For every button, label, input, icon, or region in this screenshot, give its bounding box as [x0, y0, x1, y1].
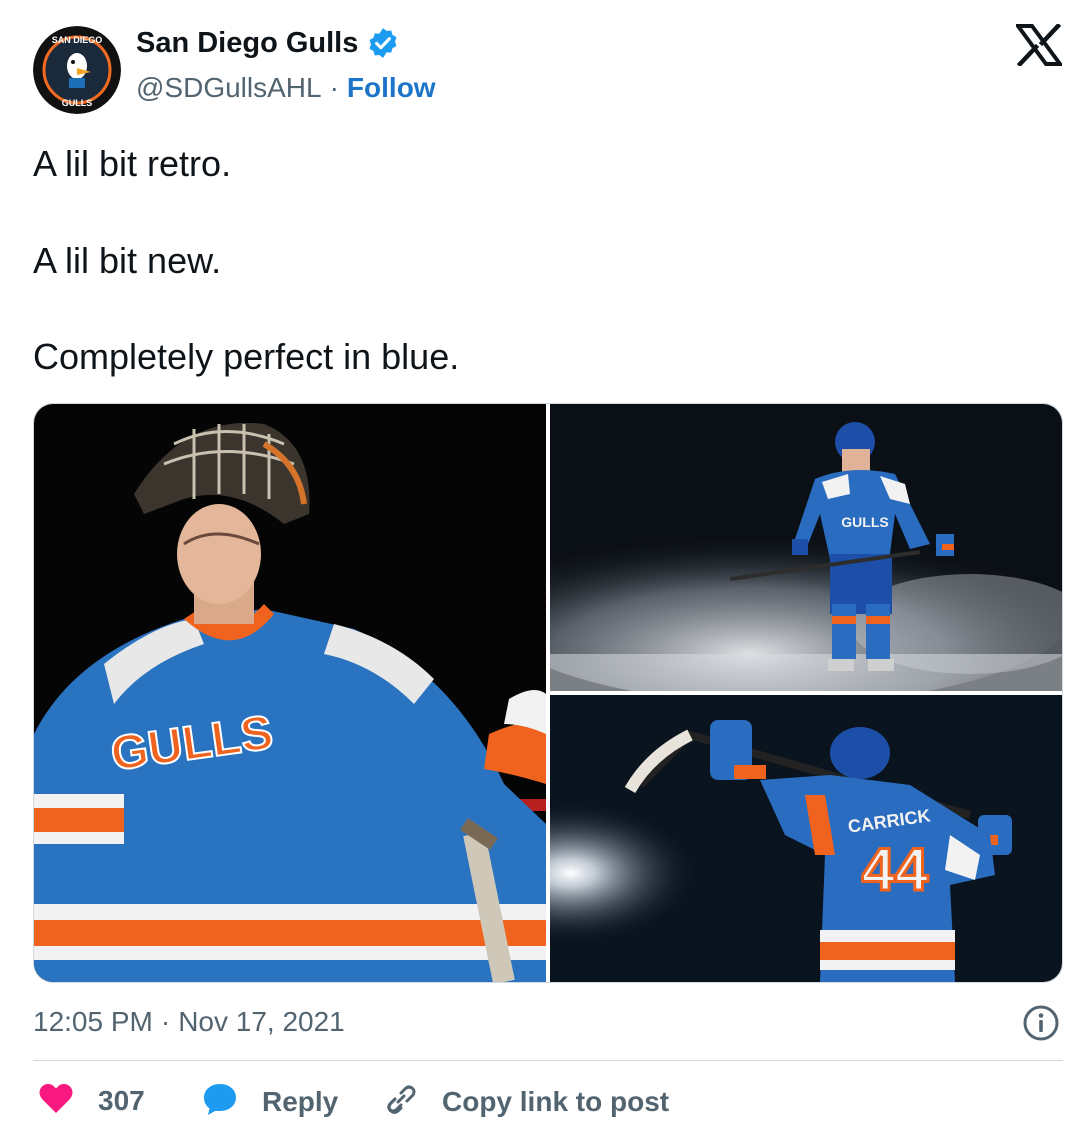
photo-goalie[interactable]: GULLS	[34, 404, 546, 982]
avatar[interactable]: SAN DIEGO GULLS	[33, 26, 121, 114]
avatar-text-bottom: GULLS	[62, 98, 93, 108]
follow-button[interactable]: Follow	[347, 72, 436, 104]
handle-separator: ·	[329, 72, 339, 103]
tweet-text-line: A lil bit retro.	[33, 143, 232, 184]
timestamp-date: Nov 17, 2021	[178, 1006, 345, 1037]
tweet-card: SAN DIEGO GULLS San Diego Gulls @SDGulls…	[0, 0, 1087, 1140]
heart-icon	[38, 1082, 74, 1119]
tweet-text-line: Completely perfect in blue.	[33, 336, 460, 377]
link-icon	[384, 1082, 418, 1121]
verified-badge-icon	[366, 26, 400, 60]
reply-button[interactable]: Reply	[202, 1082, 338, 1121]
jersey-number: 44	[862, 836, 929, 903]
copy-link-button[interactable]: Copy link to post	[384, 1082, 669, 1121]
name-row: San Diego Gulls	[136, 26, 400, 60]
timestamp[interactable]: 12:05 PM · Nov 17, 2021	[33, 1006, 345, 1038]
reply-bubble-icon	[202, 1082, 238, 1121]
media-grid: GULLS GULLS CARRICK 44	[33, 403, 1063, 983]
jersey-text: GULLS	[841, 514, 888, 530]
like-count: 307	[98, 1084, 145, 1116]
like-button[interactable]: 307	[38, 1082, 145, 1119]
info-icon[interactable]	[1022, 1004, 1060, 1042]
account-handle[interactable]: @SDGullsAHL	[136, 72, 322, 104]
avatar-text-top: SAN DIEGO	[52, 35, 103, 45]
timestamp-time: 12:05 PM	[33, 1006, 153, 1037]
tweet-text-line: A lil bit new.	[33, 240, 222, 281]
photo-skater-smoke[interactable]: GULLS	[550, 404, 1062, 691]
photo-player-back[interactable]: CARRICK 44	[550, 695, 1062, 982]
divider	[33, 1060, 1063, 1061]
x-logo-icon[interactable]	[1014, 22, 1064, 68]
copy-link-label: Copy link to post	[442, 1085, 670, 1117]
handle-row: @SDGullsAHL · Follow	[136, 72, 436, 104]
account-name[interactable]: San Diego Gulls	[136, 27, 358, 60]
timestamp-separator: ·	[160, 1006, 171, 1037]
reply-label: Reply	[262, 1085, 339, 1117]
